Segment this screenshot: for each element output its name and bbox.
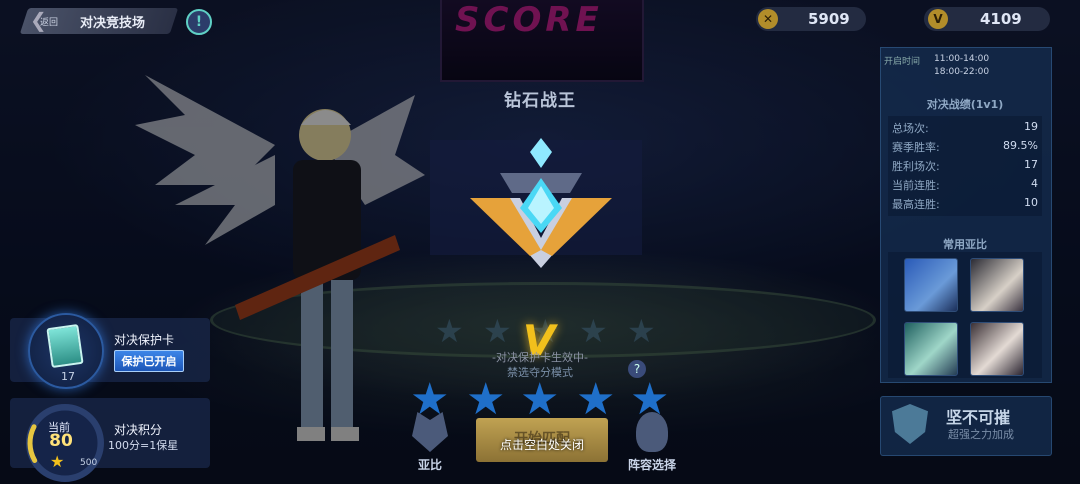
points-rule: 100分=1保星 [108, 439, 179, 452]
stat-row: 当前连胜: 4 [892, 177, 1038, 195]
rank-star-icon: ★ [466, 374, 506, 425]
v-coin-icon: V [928, 9, 948, 29]
yabi-portrait[interactable] [904, 258, 958, 312]
stat-label: 总场次: [892, 122, 929, 135]
stat-label: 当前连胜: [892, 179, 940, 192]
team-select-label: 阵容选择 [627, 458, 676, 472]
record-title: 对决战绩(1v1) [926, 98, 1004, 111]
open-time-1: 11:00-14:00 [934, 54, 990, 64]
stat-row: 胜利场次: 17 [892, 158, 1038, 176]
protect-status-text: -对决保护卡生效中- [492, 351, 588, 364]
open-time-2: 18:00-22:00 [934, 67, 990, 77]
protect-card-icon [46, 323, 84, 369]
protect-card-count: 17 [61, 370, 75, 383]
close-hint: 点击空白处关闭 [499, 438, 584, 452]
open-time-label: 开启时间 [884, 57, 921, 67]
rank-name: 钻石战王 [504, 91, 576, 111]
points-value: 80 [49, 431, 73, 451]
stat-value: 17 [1024, 158, 1038, 171]
strong-buff-sub: 超强之力加成 [948, 428, 1014, 441]
page-title: 对决竞技场 [80, 16, 146, 31]
rank-star-icon: ★ [576, 374, 616, 425]
star-icon: ★ [50, 452, 65, 471]
stat-label: 最高连胜: [892, 198, 940, 211]
protect-card-title: 对决保护卡 [114, 333, 175, 347]
stat-label: 胜利场次: [892, 160, 940, 173]
stat-value: 89.5% [1003, 139, 1038, 152]
v-currency-value: 4109 [980, 10, 1022, 28]
stat-label: 赛季胜率: [892, 141, 940, 154]
stat-row: 总场次: 19 [892, 120, 1038, 138]
stat-value: 19 [1024, 120, 1038, 133]
fox-mask-icon [636, 412, 668, 452]
points-title: 对决积分 [114, 423, 163, 437]
yabi-portrait[interactable] [904, 322, 958, 376]
cat-mask-icon [412, 412, 448, 452]
yabi-portrait[interactable] [970, 322, 1024, 376]
stat-row: 最高连胜: 10 [892, 196, 1038, 214]
yabi-portrait[interactable] [970, 258, 1024, 312]
diamond-rank-emblem [470, 138, 612, 268]
stat-value: 4 [1031, 177, 1038, 190]
gold-coin-icon: ✕ [758, 9, 778, 29]
team-select-button[interactable]: 阵容选择 [620, 412, 684, 472]
points-max: 500 [80, 458, 98, 468]
back-label: 返回 [40, 18, 59, 28]
protect-toggle-label: 保护已开启 [121, 355, 177, 368]
stat-value: 10 [1024, 196, 1038, 209]
rank-star-icon: ★ [520, 374, 560, 425]
info-icon[interactable]: ! [186, 9, 212, 35]
yabi-label: 亚比 [417, 458, 442, 472]
common-yabi-title: 常用亚比 [943, 238, 987, 251]
gold-currency-value: 5909 [808, 10, 850, 28]
stat-row: 赛季胜率: 89.5% [892, 139, 1038, 157]
yabi-button[interactable]: 亚比 [404, 412, 456, 472]
strong-buff-title: 坚不可摧 [946, 408, 1011, 427]
